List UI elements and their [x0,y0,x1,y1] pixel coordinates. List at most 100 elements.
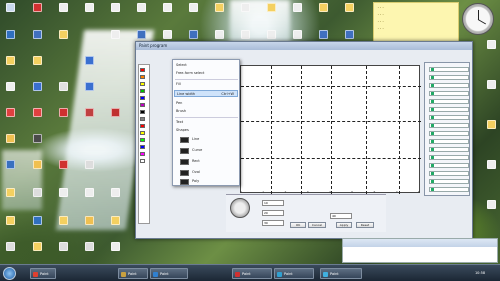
color-swatch[interactable] [140,82,145,86]
desktop-icon[interactable] [108,108,122,118]
desktop-icon[interactable] [30,134,44,144]
value-field[interactable]: 30 [262,220,284,226]
menu-item[interactable]: Poly [192,178,199,185]
brush-thumbnail[interactable] [180,179,189,185]
property-row[interactable] [429,131,469,136]
value-field[interactable]: 40 [330,213,352,219]
checkbox-icon[interactable] [431,164,434,167]
desktop-icon[interactable] [30,108,44,118]
desktop-icon[interactable] [342,30,356,40]
desktop-icon[interactable] [3,160,17,170]
property-row[interactable] [429,139,469,144]
property-row[interactable] [429,83,469,88]
desktop-icon[interactable] [3,242,17,252]
taskbar-button[interactable]: Paint [118,268,148,279]
desktop-icon[interactable] [82,216,96,226]
color-swatch[interactable] [140,96,145,100]
desktop-icon[interactable] [3,108,17,118]
menu-item[interactable]: Fill [176,81,181,88]
color-swatch[interactable] [140,145,145,149]
desktop-icon[interactable] [238,30,252,40]
color-swatch[interactable] [140,103,145,107]
clock-gadget[interactable] [462,3,494,35]
desktop-icon[interactable] [108,188,122,198]
checkbox-icon[interactable] [431,180,434,183]
property-row[interactable] [429,115,469,120]
property-row[interactable] [429,171,469,176]
checkbox-icon[interactable] [431,108,434,111]
checkbox-icon[interactable] [431,188,434,191]
desktop-icon[interactable] [3,188,17,198]
desktop-icon[interactable] [342,3,356,13]
desktop-icon[interactable] [82,56,96,66]
menu-item[interactable]: Shapes [176,127,189,134]
property-row[interactable] [429,91,469,96]
property-row[interactable] [429,155,469,160]
brush-thumbnail[interactable] [180,148,189,154]
taskbar[interactable]: Paint Paint Paint Paint Paint Paint 10:5… [0,264,500,281]
checkbox-icon[interactable] [431,156,434,159]
menu-item[interactable]: Pen [176,100,182,107]
color-swatch[interactable] [140,110,145,114]
desktop-icon[interactable] [30,216,44,226]
checkbox-icon[interactable] [431,148,434,151]
desktop-icon[interactable] [484,200,498,210]
menu-item[interactable]: Brush [176,108,186,115]
color-swatch[interactable] [140,159,145,163]
checkbox-icon[interactable] [431,84,434,87]
desktop-icon[interactable] [3,3,17,13]
property-row[interactable] [429,123,469,128]
checkbox-icon[interactable] [431,68,434,71]
menu-item[interactable]: Text [176,119,183,126]
app-title-bar[interactable]: Paint program [136,42,472,50]
drawing-canvas[interactable] [240,65,421,194]
desktop-icon[interactable] [316,3,330,13]
taskbar-button[interactable]: Paint [30,268,56,279]
checkbox-icon[interactable] [431,172,434,175]
color-swatch[interactable] [140,152,145,156]
desktop-icon[interactable] [264,30,278,40]
desktop-icon[interactable] [484,80,498,90]
desktop-icon[interactable] [82,188,96,198]
checkbox-icon[interactable] [431,124,434,127]
desktop-icon[interactable] [186,30,200,40]
desktop-icon[interactable] [30,82,44,92]
desktop-icon[interactable] [290,30,304,40]
start-button[interactable] [3,267,16,280]
desktop-icon[interactable] [134,30,148,40]
desktop-icon[interactable] [212,3,226,13]
color-swatch[interactable] [140,89,145,93]
desktop-icon[interactable] [160,30,174,40]
desktop-icon[interactable] [160,3,174,13]
tool-dropdown-menu[interactable]: Select Free-form select Fill Line width … [172,59,240,186]
desktop-icon[interactable] [290,3,304,13]
brush-thumbnail[interactable] [180,170,189,176]
desktop-icon[interactable] [30,188,44,198]
explorer-window[interactable] [342,238,498,263]
taskbar-button[interactable]: Paint [320,268,362,279]
desktop-icon[interactable] [82,242,96,252]
taskbar-button[interactable]: Paint [150,268,188,279]
desktop-icon[interactable] [3,216,17,226]
desktop-icon[interactable] [3,30,17,40]
menu-item[interactable]: Free-form select [176,70,204,77]
desktop-icon[interactable] [56,108,70,118]
apply-button[interactable]: Apply [336,222,352,228]
desktop-icon[interactable] [30,30,44,40]
checkbox-icon[interactable] [431,76,434,79]
property-row[interactable] [429,99,469,104]
desktop-icon[interactable] [316,30,330,40]
menu-item[interactable]: Rect [192,158,200,165]
menu-item[interactable]: Select [176,62,187,69]
desktop-icon[interactable] [30,160,44,170]
color-swatch[interactable] [140,131,145,135]
desktop-icon[interactable] [484,120,498,130]
system-clock[interactable]: 10:58 [462,268,498,279]
desktop-icon[interactable] [56,242,70,252]
color-swatch[interactable] [140,75,145,79]
desktop-icon[interactable] [82,160,96,170]
desktop-icon[interactable] [108,3,122,13]
menu-item[interactable]: Line [192,136,199,143]
brush-thumbnail[interactable] [180,159,189,165]
property-row[interactable] [429,187,469,192]
